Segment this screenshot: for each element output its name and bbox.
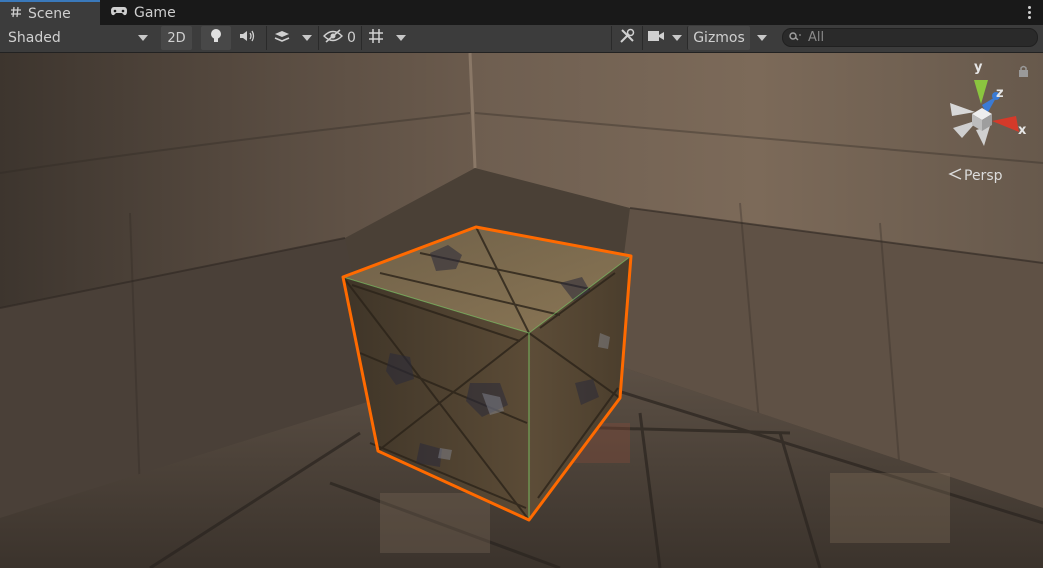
camera-settings-button[interactable]	[642, 26, 668, 50]
chevron-down-icon	[757, 35, 767, 41]
perspective-icon	[948, 168, 962, 184]
search-field[interactable]	[782, 28, 1038, 47]
effects-toggle-button[interactable]	[266, 26, 296, 50]
shading-mode-label: Shaded	[8, 30, 61, 46]
gizmos-label: Gizmos	[693, 30, 745, 46]
scene-visibility-toggle[interactable]: 0	[318, 26, 360, 50]
search-input[interactable]	[808, 30, 1028, 45]
more-options-icon[interactable]	[1023, 3, 1035, 21]
window-tab-bar: Scene Game	[0, 0, 1043, 26]
gizmo-z-label: z	[996, 86, 1004, 101]
audio-toggle-button[interactable]	[233, 26, 263, 50]
scene-render	[0, 53, 1043, 568]
tab-game[interactable]: Game	[100, 0, 190, 25]
2d-mode-button[interactable]: 2D	[161, 26, 192, 50]
gizmos-dropdown[interactable]	[751, 26, 773, 50]
layers-icon	[273, 29, 291, 47]
effects-dropdown[interactable]	[296, 26, 318, 50]
chevron-down-icon	[396, 35, 406, 41]
search-icon	[789, 30, 802, 46]
grid-toggle-button[interactable]	[361, 26, 389, 50]
lighting-toggle-button[interactable]	[201, 26, 231, 50]
camera-icon	[647, 30, 665, 46]
lock-icon[interactable]	[1018, 65, 1029, 81]
lightbulb-icon	[209, 28, 223, 48]
chevron-down-icon	[302, 35, 312, 41]
grid-dropdown[interactable]	[389, 26, 413, 50]
gizmos-button[interactable]: Gizmos	[687, 26, 750, 50]
gamepad-icon	[110, 5, 128, 21]
tab-game-label: Game	[134, 4, 176, 21]
camera-dropdown[interactable]	[668, 26, 686, 50]
projection-label: Persp	[964, 168, 1003, 184]
chevron-down-icon	[138, 35, 148, 41]
projection-toggle[interactable]: Persp	[948, 168, 1003, 184]
eye-hidden-icon	[323, 29, 344, 47]
chevron-down-icon	[672, 35, 682, 41]
hidden-objects-count: 0	[347, 30, 356, 46]
speaker-icon	[239, 29, 257, 47]
tools-icon	[619, 28, 635, 48]
grid-icon	[368, 28, 384, 48]
gizmo-x-label: x	[1018, 123, 1027, 138]
tab-scene-label: Scene	[28, 5, 71, 22]
gizmo-y-label: y	[974, 60, 983, 75]
shading-mode-dropdown[interactable]: Shaded	[0, 26, 156, 50]
hash-icon	[10, 6, 22, 22]
tools-button[interactable]	[611, 26, 641, 50]
2d-mode-label: 2D	[167, 30, 186, 46]
scene-viewport[interactable]: y z x Persp	[0, 53, 1043, 568]
tab-scene[interactable]: Scene	[0, 0, 100, 25]
